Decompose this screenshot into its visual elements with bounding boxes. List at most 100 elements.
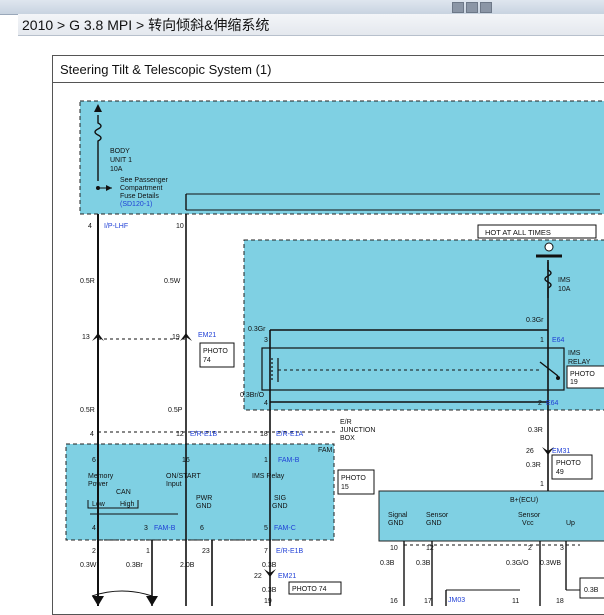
ims-relay-box [243, 239, 604, 411]
wire-label: 0.3B [584, 587, 599, 594]
pin-label: 7 [264, 548, 268, 555]
connector-jm03[interactable]: JM03 [448, 597, 465, 604]
ecu-sensor: Sensor [426, 512, 449, 519]
ims-relay-l2: RELAY [568, 359, 591, 366]
ecu-up: Up [566, 520, 575, 527]
pin-label: 1 [264, 457, 268, 464]
pin-label: 4 [92, 525, 96, 532]
connector-fam-b-a[interactable]: FAM-B [278, 457, 300, 464]
photo-label: PHOTO 74 [292, 586, 327, 593]
pin-label: 2 [528, 545, 532, 552]
pin-label: 26 [526, 448, 534, 455]
pin-label: 3 [144, 525, 148, 532]
fuse-note2: Compartment [120, 185, 162, 192]
pin-label: 2 [92, 548, 96, 555]
fam-ims-relay: IMS Relay [252, 473, 285, 480]
fam-pwr: PWR [196, 495, 212, 502]
junction-l3: BOX [340, 435, 355, 442]
hot-label: HOT AT ALL TIMES [485, 228, 551, 237]
ims-relay-l1: IMS [568, 350, 581, 357]
photo-label: PHOTO [570, 371, 595, 378]
wire-label: 2.0B [180, 562, 195, 569]
connector-em31[interactable]: EM31 [552, 448, 570, 455]
fuse-ref-link[interactable]: (SD120-1) [120, 201, 152, 208]
ims-fuse-name: IMS [558, 277, 571, 284]
fuse-note1: See Passenger [120, 177, 169, 184]
pin-label: 16 [390, 598, 398, 605]
fam-high: High [120, 501, 135, 508]
wire-label: 0.3WB [540, 560, 561, 567]
connector-e64-b[interactable]: E64 [546, 400, 559, 407]
wire-label: 0.5R [80, 407, 95, 414]
pin-label: 5 [264, 525, 268, 532]
fuse-box-line1: BODY [110, 148, 130, 155]
pin-label: 6 [92, 457, 96, 464]
wire-label: 0.3B [262, 587, 277, 594]
connector-fam-c[interactable]: FAM-C [274, 525, 296, 532]
wire-label: 0.3R [526, 462, 541, 469]
pin-label: 11 [512, 598, 519, 605]
photo-label: PHOTO [341, 475, 366, 482]
junction-l2: JUNCTION [340, 427, 375, 434]
wiring-diagram: BODY UNIT 1 10A See Passenger Compartmen… [65, 100, 604, 606]
pin-label: 22 [254, 573, 262, 580]
photo-number: 74 [203, 357, 211, 364]
connector-er-e1a[interactable]: E/R-E1A [276, 431, 304, 438]
wire-label: 0.3R [528, 427, 543, 434]
pin-label: 4 [88, 223, 92, 230]
wire-label: 0.3B [380, 560, 395, 567]
wire-label: 0.3B [262, 562, 277, 569]
pin-label: 13 [82, 334, 90, 341]
junction-l1: E/R [340, 419, 352, 426]
pin-label: 1 [146, 548, 150, 555]
fam-power: Power [88, 481, 109, 488]
fuse-box-line3: 10A [110, 166, 123, 173]
fam-pwr-gnd: GND [196, 503, 212, 510]
wire-label: 0.5W [164, 278, 181, 285]
connector-er-e1b-b[interactable]: E/R-E1B [276, 548, 304, 555]
ecu-signal-gnd: GND [388, 520, 404, 527]
fam-low: Low [92, 501, 106, 508]
junction-fam: FAM [318, 447, 333, 454]
ecu-title: B+(ECU) [510, 497, 538, 504]
photo-label: PHOTO [203, 348, 228, 355]
fam-can: CAN [116, 489, 131, 496]
arrow-down-icon [92, 596, 104, 606]
fam-memory: Memory [88, 473, 114, 480]
connector-em21-b[interactable]: EM21 [278, 573, 296, 580]
ecu-module [378, 490, 604, 542]
pin-label: 1 [540, 337, 544, 344]
pin-label: 16 [182, 457, 190, 464]
fam-input: Input [166, 481, 182, 488]
wire-label: 0.5P [168, 407, 183, 414]
photo-number: 49 [556, 469, 564, 476]
ecu-sensor-vcc: Sensor [518, 512, 541, 519]
wire-label: 0.3W [80, 562, 97, 569]
fam-onstart: ON/START [166, 473, 201, 480]
connector-em21-a[interactable]: EM21 [198, 332, 216, 339]
pin-label: 3 [560, 545, 564, 552]
connector-e64-a[interactable]: E64 [552, 337, 565, 344]
pin-label: 4 [90, 431, 94, 438]
connector-fam-b-b[interactable]: FAM-B [154, 525, 176, 532]
fuse-note3: Fuse Details [120, 193, 159, 200]
wire-label: 0.5R [80, 278, 95, 285]
fam-sig-gnd: GND [272, 503, 288, 510]
wire-label: 0.3G/O [506, 560, 529, 567]
connector-iplhf[interactable]: I/P-LHF [104, 223, 128, 230]
pin-label: 10 [390, 545, 398, 552]
pin-label: 18 [260, 431, 268, 438]
photo-number: 19 [570, 379, 578, 386]
connector-er-e1b-a[interactable]: E/R-E1B [190, 431, 218, 438]
wire-label: 0.3Br/O [240, 392, 265, 399]
pin-label: 2 [538, 400, 542, 407]
photo-number: 15 [341, 484, 349, 491]
ims-fuse-rating: 10A [558, 286, 571, 293]
pin-label: 23 [202, 548, 210, 555]
pin-label: 12 [426, 545, 434, 552]
pin-label: 19 [264, 598, 272, 605]
wire-label: 0.3Br [126, 562, 143, 569]
wire-label: 0.3Gr [248, 326, 266, 333]
pin-label: 19 [172, 334, 180, 341]
pin-label: 12 [176, 431, 184, 438]
